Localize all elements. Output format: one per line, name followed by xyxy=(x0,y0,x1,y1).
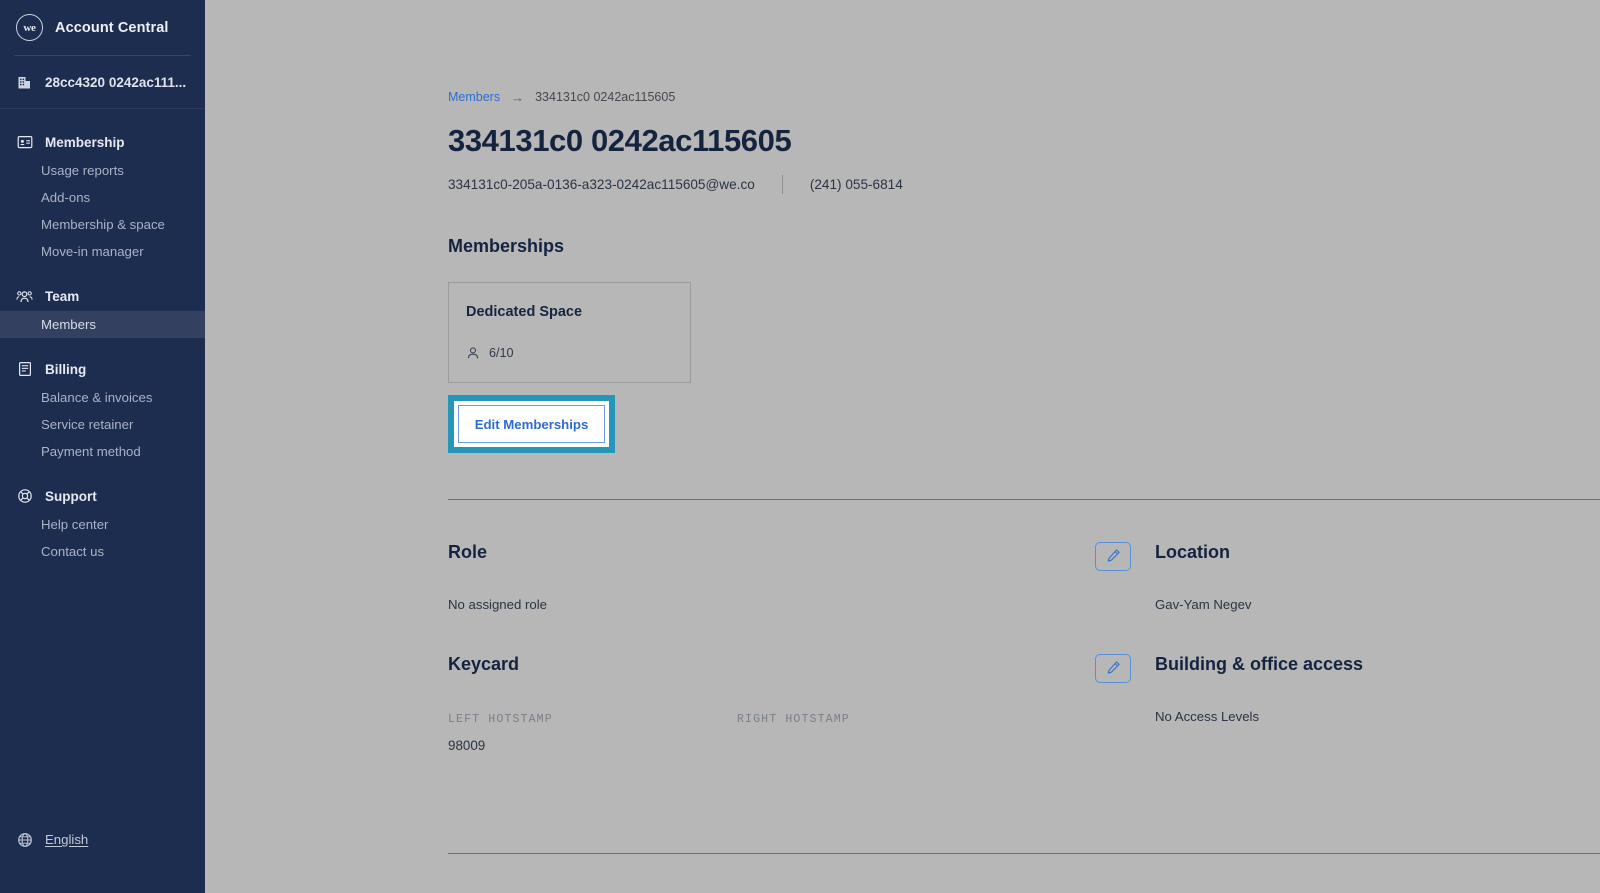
keycard-hotstamps: LEFT HOTSTAMP 98009 RIGHT HOTSTAMP xyxy=(448,713,1155,753)
member-phone: (241) 055-6814 xyxy=(809,177,903,192)
edit-role-button[interactable] xyxy=(1095,542,1131,571)
building-icon xyxy=(16,74,33,91)
breadcrumb-current: 334131c0 0242ac115605 xyxy=(535,90,676,104)
sidebar-group-label: Billing xyxy=(45,361,87,377)
membership-card: Dedicated Space 6/10 xyxy=(448,282,691,383)
language-selector[interactable]: English xyxy=(16,831,88,848)
person-icon xyxy=(466,346,480,360)
edit-memberships-button[interactable]: Edit Memberships xyxy=(458,405,605,443)
membership-card-icon xyxy=(16,134,33,151)
main-content: Members → 334131c0 0242ac115605 334131c0… xyxy=(205,0,1600,893)
field-role-value: No assigned role xyxy=(448,597,547,612)
right-hotstamp: RIGHT HOTSTAMP xyxy=(737,713,1026,753)
section-divider-bottom xyxy=(448,853,1600,854)
field-location-title: Location xyxy=(1155,542,1230,562)
sidebar-group-label: Membership xyxy=(45,134,125,150)
left-hotstamp: LEFT HOTSTAMP 98009 xyxy=(448,713,737,753)
nav-group-membership: Membership Usage reports Add-ons Members… xyxy=(0,127,205,265)
sidebar-item-membership[interactable]: Membership xyxy=(0,127,205,157)
sidebar-item-label: Usage reports xyxy=(41,163,124,178)
sidebar-group-label: Team xyxy=(45,288,80,304)
sidebar-item-support[interactable]: Support xyxy=(0,481,205,511)
field-location-header: Location xyxy=(1155,542,1600,571)
membership-seats-value: 6/10 xyxy=(489,346,514,360)
sidebar-item-service-retainer[interactable]: Service retainer xyxy=(0,411,205,438)
sidebar-item-label: Add-ons xyxy=(41,190,91,205)
sidebar-item-payment-method[interactable]: Payment method xyxy=(0,438,205,465)
org-name: 28cc4320 0242ac111... xyxy=(45,74,187,90)
member-email: 334131c0-205a-0136-a323-0242ac115605@we.… xyxy=(448,177,755,192)
edit-memberships-highlight: Edit Memberships xyxy=(448,395,615,453)
nav-group-team: Team Members xyxy=(0,281,205,338)
content-body: Members → 334131c0 0242ac115605 334131c0… xyxy=(205,0,1600,753)
field-role: Role No assigned role xyxy=(448,500,1155,612)
sidebar-nav: Membership Usage reports Add-ons Members… xyxy=(0,109,205,565)
sidebar-item-add-ons[interactable]: Add-ons xyxy=(0,184,205,211)
brand-header[interactable]: we Account Central xyxy=(0,0,205,55)
field-keycard: Keycard LEFT HOTSTAMP 98009 RIGHT HOTSTA… xyxy=(448,612,1155,753)
sidebar-item-help-center[interactable]: Help center xyxy=(0,511,205,538)
we-circle-logo: we xyxy=(16,14,43,41)
breadcrumb: Members → 334131c0 0242ac115605 xyxy=(448,88,1600,106)
sidebar-item-label: Contact us xyxy=(41,544,105,559)
field-location-value: Gav-Yam Negev xyxy=(1155,597,1252,612)
details-grid: Role No assigned role Location Gav-Yam N… xyxy=(448,500,1600,753)
sidebar-item-usage-reports[interactable]: Usage reports xyxy=(0,157,205,184)
language-label: English xyxy=(45,832,89,847)
field-building-access: Building & office access No Access Level… xyxy=(1155,612,1600,753)
memberships-section-title: Memberships xyxy=(448,236,565,256)
org-selector[interactable]: 28cc4320 0242ac111... xyxy=(0,56,205,108)
sidebar-item-label: Service retainer xyxy=(41,417,134,432)
breadcrumb-link-members[interactable]: Members xyxy=(448,90,500,104)
app-title: Account Central xyxy=(55,19,169,36)
sidebar-item-balance-and-invoices[interactable]: Balance & invoices xyxy=(0,384,205,411)
field-building-access-header: Building & office access xyxy=(1155,654,1600,683)
sidebar-group-label: Support xyxy=(45,488,97,504)
sidebar-item-billing[interactable]: Billing xyxy=(0,354,205,384)
we-logo-text: we xyxy=(23,21,36,34)
nav-group-billing: Billing Balance & invoices Service retai… xyxy=(0,354,205,465)
breadcrumb-arrow-icon: → xyxy=(511,89,525,105)
contact-row: 334131c0-205a-0136-a323-0242ac115605@we.… xyxy=(448,175,1600,194)
sidebar-item-members[interactable]: Members xyxy=(0,311,205,338)
membership-card-title: Dedicated Space xyxy=(466,304,583,320)
support-lifebuoy-icon xyxy=(16,488,33,505)
sidebar: we Account Central 28cc4320 0242ac111... xyxy=(0,0,205,893)
sidebar-item-membership-and-space[interactable]: Membership & space xyxy=(0,211,205,238)
field-role-title: Role xyxy=(448,542,488,562)
sidebar-item-label: Members xyxy=(41,317,96,332)
field-building-access-value: No Access Levels xyxy=(1155,709,1260,724)
team-people-icon xyxy=(16,288,33,305)
billing-invoice-icon xyxy=(16,361,33,378)
left-hotstamp-value: 98009 xyxy=(448,738,486,753)
membership-card-seats: 6/10 xyxy=(466,346,690,360)
field-location: Location Gav-Yam Negev xyxy=(1155,500,1600,612)
edit-keycard-button[interactable] xyxy=(1095,654,1131,683)
globe-icon xyxy=(16,831,33,848)
right-hotstamp-label: RIGHT HOTSTAMP xyxy=(737,713,850,726)
sidebar-item-label: Balance & invoices xyxy=(41,390,153,405)
field-role-header: Role xyxy=(448,542,1155,571)
sidebar-item-label: Membership & space xyxy=(41,217,165,232)
sidebar-item-label: Payment method xyxy=(41,444,141,459)
field-keycard-header: Keycard xyxy=(448,654,1155,683)
app-root: we Account Central 28cc4320 0242ac111... xyxy=(0,0,1600,893)
left-hotstamp-label: LEFT HOTSTAMP xyxy=(448,713,553,726)
sidebar-item-contact-us[interactable]: Contact us xyxy=(0,538,205,565)
field-building-access-title: Building & office access xyxy=(1155,654,1364,674)
pencil-icon xyxy=(1106,660,1121,678)
sidebar-item-label: Help center xyxy=(41,517,109,532)
sidebar-item-label: Move-in manager xyxy=(41,244,144,259)
contact-divider xyxy=(781,175,783,194)
nav-group-support: Support Help center Contact us xyxy=(0,481,205,565)
sidebar-item-team[interactable]: Team xyxy=(0,281,205,311)
field-keycard-title: Keycard xyxy=(448,654,520,674)
page-title: 334131c0 0242ac115605 xyxy=(448,123,792,158)
pencil-icon xyxy=(1106,548,1121,566)
sidebar-item-move-in-manager[interactable]: Move-in manager xyxy=(0,238,205,265)
